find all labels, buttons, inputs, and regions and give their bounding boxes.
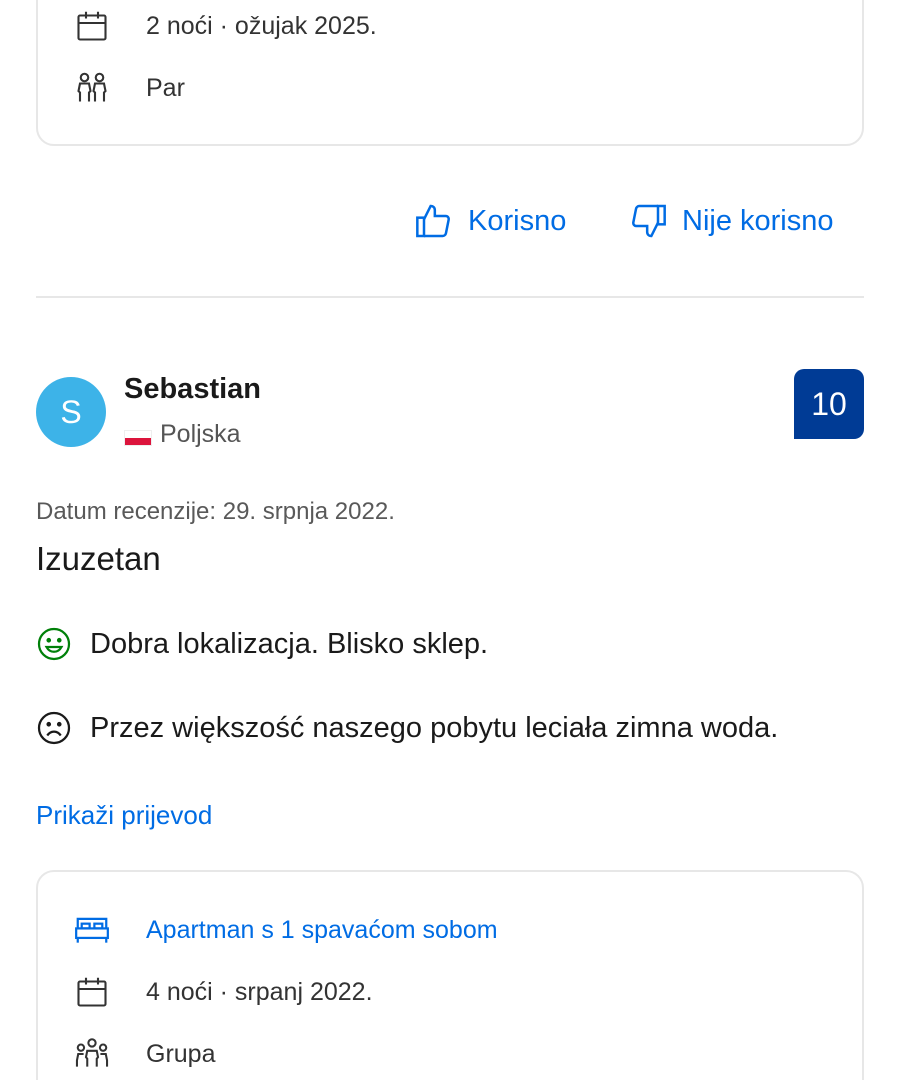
calendar-icon bbox=[72, 972, 112, 1012]
room-type-link[interactable]: Apartman s 1 spavaćom sobom bbox=[146, 916, 498, 945]
review-date: Datum recenzije: 29. srpnja 2022. bbox=[36, 498, 395, 525]
traveler-type-row: Grupa bbox=[72, 1034, 215, 1074]
stay-nights: 4 noći · srpanj 2022. bbox=[146, 977, 373, 1006]
stay-nights-row: 4 noći · srpanj 2022. bbox=[72, 972, 373, 1012]
previous-stay-card: 2 noći · ožujak 2025. Par bbox=[36, 0, 864, 146]
calendar-icon bbox=[72, 6, 112, 46]
stay-info-card: Apartman s 1 spavaćom sobom 4 noći · srp… bbox=[36, 870, 864, 1080]
group-icon bbox=[72, 1034, 112, 1074]
stay-nights-row: 2 noći · ožujak 2025. bbox=[72, 6, 377, 46]
show-translation-link[interactable]: Prikaži prijevod bbox=[36, 800, 212, 831]
review-score-badge: 10 bbox=[794, 369, 864, 439]
avatar: S bbox=[36, 377, 106, 447]
frown-icon bbox=[36, 710, 72, 746]
not-helpful-button[interactable]: Nije korisno bbox=[628, 196, 834, 246]
traveler-type-row: Par bbox=[72, 68, 185, 108]
country-label: Poljska bbox=[160, 420, 241, 448]
positive-comment: Dobra lokalizacja. Blisko sklep. bbox=[36, 626, 488, 662]
negative-comment: Przez większość naszego pobytu leciała z… bbox=[36, 710, 778, 746]
review-divider bbox=[36, 296, 864, 298]
negative-text: Przez większość naszego pobytu leciała z… bbox=[90, 711, 779, 744]
reviewer-country: Poljska bbox=[124, 420, 241, 449]
poland-flag-icon bbox=[124, 429, 152, 446]
reviewer-name: Sebastian bbox=[124, 373, 261, 405]
review-title: Izuzetan bbox=[36, 540, 161, 577]
positive-text: Dobra lokalizacja. Blisko sklep. bbox=[90, 627, 489, 660]
bed-icon bbox=[72, 910, 112, 950]
thumbs-up-icon bbox=[414, 201, 454, 241]
traveler-type: Grupa bbox=[146, 1039, 216, 1068]
not-helpful-label: Nije korisno bbox=[682, 204, 834, 237]
stay-nights: 2 noći · ožujak 2025. bbox=[146, 11, 377, 40]
helpful-button[interactable]: Korisno bbox=[414, 196, 566, 246]
helpful-label: Korisno bbox=[468, 204, 567, 237]
room-row: Apartman s 1 spavaćom sobom bbox=[72, 910, 498, 950]
smile-icon bbox=[36, 626, 72, 662]
couple-icon bbox=[72, 68, 112, 108]
thumbs-down-icon bbox=[628, 201, 668, 241]
traveler-type: Par bbox=[146, 73, 185, 102]
